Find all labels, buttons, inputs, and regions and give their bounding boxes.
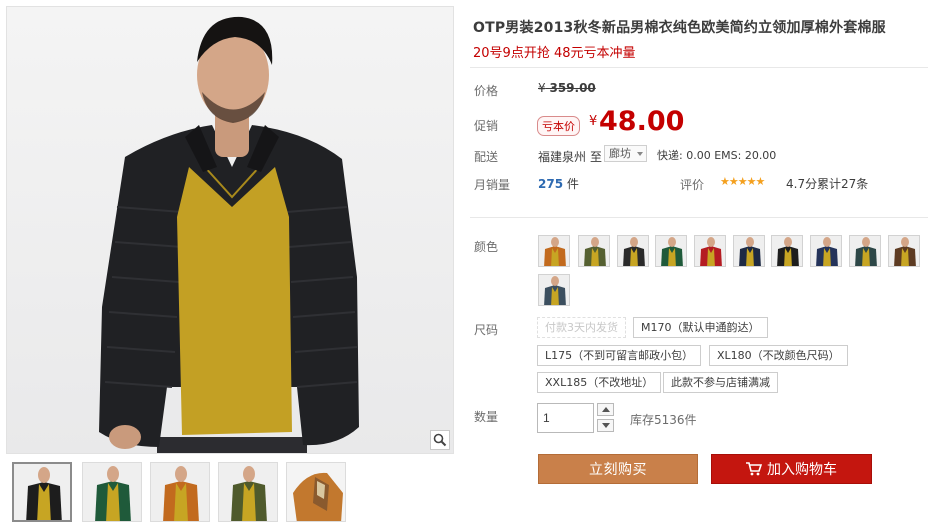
swatch-photo	[579, 236, 609, 266]
star-icon: ★	[720, 175, 730, 188]
thumbnail-photo	[219, 463, 277, 521]
thumbnail-photo	[83, 463, 141, 521]
star-icon: ★	[737, 175, 748, 188]
thumbnail-photo	[14, 464, 70, 520]
monthly-sales-count: 275	[538, 177, 564, 191]
swatch-photo	[695, 236, 725, 266]
divider	[470, 67, 928, 68]
shipping-fees: 快递: 0.00 EMS: 20.00	[657, 149, 777, 162]
thumbnail[interactable]	[150, 462, 210, 522]
product-subtitle: 20号9点开抢 48元亏本冲量	[473, 46, 636, 61]
promo-currency: ¥	[589, 114, 598, 129]
cart-icon	[746, 462, 762, 476]
swatch-photo	[539, 236, 569, 266]
chevron-down-icon	[637, 152, 643, 156]
thumbnail-photo	[151, 463, 209, 521]
star-icon: ★	[728, 175, 739, 188]
original-price: ¥ 359.00	[538, 81, 596, 95]
thumbnail[interactable]	[218, 462, 278, 522]
quantity-input[interactable]	[537, 403, 594, 433]
color-swatch-orange[interactable]	[538, 235, 570, 267]
swatch-photo	[618, 236, 648, 266]
add-to-cart-button[interactable]: 加入购物车	[711, 454, 872, 484]
shipping-to: 至	[590, 150, 603, 164]
shipping-origin: 福建泉州	[538, 150, 587, 164]
color-swatch-olive[interactable]	[578, 235, 610, 267]
size-option[interactable]: L175（不到可留言邮政小包）	[537, 345, 702, 366]
shipping-label: 配送	[474, 150, 499, 164]
divider	[470, 217, 928, 218]
star-icon: ★	[746, 175, 757, 188]
color-swatch-black-camo[interactable]	[617, 235, 649, 267]
swatch-photo	[850, 236, 880, 266]
color-swatch-teal[interactable]	[849, 235, 881, 267]
rating-label: 评价	[680, 178, 705, 192]
add-to-cart-label: 加入购物车	[767, 461, 837, 477]
swatch-photo	[734, 236, 764, 266]
color-swatch-navy[interactable]	[733, 235, 765, 267]
color-swatch-green[interactable]	[655, 235, 687, 267]
main-product-image[interactable]	[6, 6, 454, 454]
color-swatch-blue[interactable]	[810, 235, 842, 267]
chevron-down-icon	[601, 423, 610, 428]
color-swatch-black[interactable]	[771, 235, 803, 267]
star-rating: ★★★★★	[720, 175, 766, 188]
monthly-sales-label: 月销量	[474, 178, 511, 192]
swatch-photo	[811, 236, 841, 266]
monthly-sales-unit: 件	[566, 177, 579, 191]
monthly-sales: 275 件	[538, 175, 579, 192]
review-count-link[interactable]: 累计27条	[817, 175, 868, 192]
color-swatch-slate[interactable]	[538, 274, 570, 306]
buy-now-button[interactable]: 立刻购买	[538, 454, 698, 484]
magnifier-icon	[433, 433, 447, 447]
color-swatch-brown[interactable]	[888, 235, 920, 267]
color-swatch-red[interactable]	[694, 235, 726, 267]
quantity-increase-button[interactable]	[597, 403, 614, 416]
quantity-label: 数量	[474, 410, 499, 424]
swatch-photo	[656, 236, 686, 266]
swatch-photo	[889, 236, 919, 266]
chevron-up-icon	[601, 407, 610, 412]
thumbnail[interactable]	[286, 462, 346, 522]
thumbnail[interactable]	[82, 462, 142, 522]
size-option[interactable]: XL180（不改颜色尺码）	[709, 345, 848, 366]
promo-price: 48.00	[599, 106, 685, 137]
destination-value: 廊坊	[609, 147, 631, 160]
thumbnail[interactable]	[12, 462, 72, 522]
swatch-photo	[539, 275, 569, 305]
size-option: 付款3天内发货	[537, 317, 626, 338]
stock-count: 库存5136件	[630, 413, 697, 427]
size-option[interactable]: M170（默认申通韵达）	[633, 317, 768, 338]
model-photo	[99, 16, 359, 453]
promo-badge: 亏本价	[537, 116, 580, 136]
rating-score: 4.7分	[786, 177, 818, 191]
promo-label: 促销	[474, 119, 499, 133]
price-label: 价格	[474, 84, 499, 98]
product-title: OTP男装2013秋冬新品男棉衣纯色欧美简约立领加厚棉外套棉服	[473, 20, 886, 36]
original-price-value: 359.00	[549, 81, 596, 95]
size-label: 尺码	[474, 323, 499, 337]
original-price-currency: ¥	[538, 81, 546, 95]
destination-select[interactable]: 廊坊	[604, 145, 647, 162]
star-icon: ★	[755, 175, 766, 188]
zoom-button[interactable]	[430, 430, 450, 450]
swatch-photo	[772, 236, 802, 266]
color-label: 颜色	[474, 240, 499, 254]
quantity-decrease-button[interactable]	[597, 419, 614, 432]
thumbnail-photo	[287, 463, 345, 521]
size-option[interactable]: 此款不参与店铺满减	[663, 372, 778, 393]
size-option[interactable]: XXL185（不改地址）	[537, 372, 662, 393]
buy-now-label: 立刻购买	[589, 461, 647, 477]
